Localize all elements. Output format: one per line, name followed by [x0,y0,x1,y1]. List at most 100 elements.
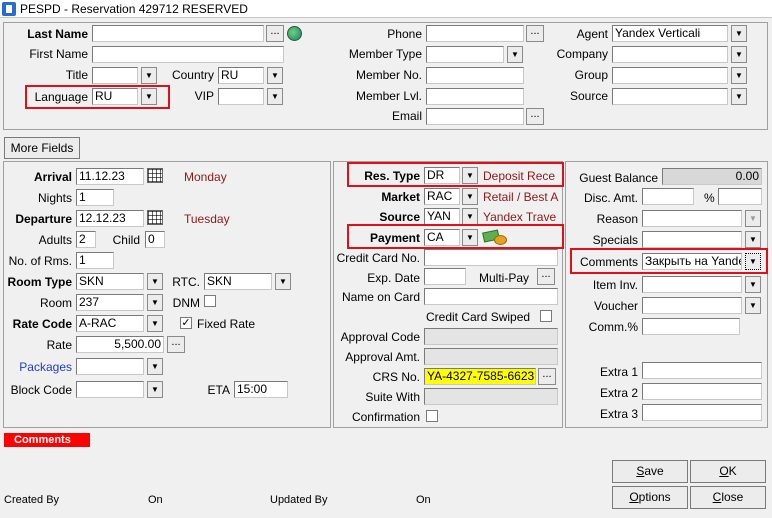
close-button[interactable]: Close [690,486,766,509]
arrival-calendar-icon[interactable] [147,168,163,183]
phone-input[interactable] [426,25,524,42]
title-bar: PESPD - Reservation 429712 RESERVED [0,0,772,18]
room-dropdown-button[interactable] [147,294,163,311]
comments-dropdown-button[interactable] [745,253,761,270]
extra3-input[interactable] [642,404,762,421]
multi-pay-button[interactable]: ... [537,268,555,285]
voucher-input[interactable] [642,297,742,314]
crs-no-input[interactable]: YA-4327-7585-6623 [424,368,536,385]
language-input[interactable]: RU [92,88,138,105]
agent-input[interactable]: Yandex Verticali [612,25,728,42]
fixed-rate-checkbox[interactable]: ✓ [180,317,192,329]
comments-input[interactable]: Закрыть на Yandex [642,253,742,270]
suite-with-input [424,388,558,405]
block-code-input[interactable] [76,381,144,398]
member-type-input[interactable] [426,46,504,63]
reason-input[interactable] [642,210,742,227]
reason-dropdown-button[interactable] [745,210,761,227]
cc-no-input[interactable] [424,249,558,266]
title-input[interactable] [92,67,138,84]
disc-percent-input[interactable] [718,188,762,205]
exp-date-input[interactable] [424,268,466,285]
first-name-input[interactable] [92,46,284,63]
company-dropdown-button[interactable] [731,46,747,63]
suite-with-label: Suite With [365,390,420,404]
payment-input[interactable]: CA [424,229,460,246]
options-button[interactable]: Options [612,486,688,509]
packages-dropdown-button[interactable] [147,358,163,375]
disc-amt-input[interactable] [642,188,694,205]
arrival-input[interactable]: 11.12.23 [76,168,144,185]
phone-lookup-button[interactable]: ... [526,25,544,42]
extra1-input[interactable] [642,362,762,379]
group-dropdown-button[interactable] [731,67,747,84]
money-icon[interactable] [482,229,509,246]
country-input[interactable]: RU [218,67,264,84]
rate-input[interactable]: 5,500.00 [76,336,164,353]
room-type-dropdown-button[interactable] [147,273,163,290]
cc-swiped-checkbox[interactable] [540,310,552,322]
payment-dropdown-button[interactable] [462,229,478,246]
eta-input[interactable]: 15:00 [234,381,288,398]
save-button[interactable]: Save [612,460,688,483]
country-dropdown-button[interactable] [267,67,283,84]
room-input[interactable]: 237 [76,294,144,311]
email-input[interactable] [426,108,524,125]
res-source-dropdown-button[interactable] [462,208,478,225]
extra2-input[interactable] [642,383,762,400]
rate-code-input[interactable]: A-RAC [76,315,144,332]
member-no-input[interactable] [426,67,524,84]
rate-code-dropdown-button[interactable] [147,315,163,332]
confirmation-checkbox[interactable] [426,410,438,422]
market-input[interactable]: RAC [424,188,460,205]
item-inv-input[interactable] [642,276,742,293]
departure-input[interactable]: 12.12.23 [76,210,144,227]
rtc-dropdown-button[interactable] [275,273,291,290]
dnm-checkbox[interactable] [204,295,216,307]
agent-source-input[interactable] [612,88,728,105]
departure-calendar-icon[interactable] [147,210,163,225]
market-dropdown-button[interactable] [462,188,478,205]
adults-input[interactable]: 2 [76,231,96,248]
specials-input[interactable] [642,231,742,248]
comments-tab[interactable]: Comments [4,433,90,447]
vip-input[interactable] [218,88,264,105]
child-input[interactable]: 0 [145,231,165,248]
email-label: Email [391,109,422,123]
packages-link[interactable]: Packages [6,359,72,375]
company-input[interactable] [612,46,728,63]
room-type-input[interactable]: SKN [76,273,144,290]
last-name-lookup-button[interactable]: ... [266,25,284,42]
more-fields-button[interactable]: More Fields [4,137,80,159]
ok-button[interactable]: OK [690,460,766,483]
language-dropdown-button[interactable] [141,88,157,105]
approval-amt-input [424,348,558,365]
vip-dropdown-button[interactable] [267,88,283,105]
rtc-input[interactable]: SKN [204,273,272,290]
res-source-input[interactable]: YAN [424,208,460,225]
comm-pct-input[interactable] [642,318,740,335]
nights-input[interactable]: 1 [76,189,114,206]
agent-source-dropdown-button[interactable] [731,88,747,105]
email-lookup-button[interactable]: ... [526,108,544,125]
res-type-dropdown-button[interactable] [462,167,478,184]
globe-icon[interactable] [287,26,302,41]
title-dropdown-button[interactable] [141,67,157,84]
last-name-label: Last Name [27,27,88,41]
block-code-dropdown-button[interactable] [147,381,163,398]
res-type-input[interactable]: DR [424,167,460,184]
voucher-dropdown-button[interactable] [745,297,761,314]
last-name-input[interactable] [92,25,264,42]
specials-dropdown-button[interactable] [745,231,761,248]
ok-label: K [728,464,737,478]
rooms-input[interactable]: 1 [76,252,114,269]
group-input[interactable] [612,67,728,84]
rate-lookup-button[interactable]: ... [167,336,185,353]
crs-no-lookup-button[interactable]: ... [538,368,556,385]
member-lvl-input[interactable] [426,88,524,105]
name-on-card-input[interactable] [424,288,558,305]
item-inv-dropdown-button[interactable] [745,276,761,293]
packages-input[interactable] [76,358,144,375]
agent-dropdown-button[interactable] [731,25,747,42]
member-type-dropdown-button[interactable] [507,46,523,63]
